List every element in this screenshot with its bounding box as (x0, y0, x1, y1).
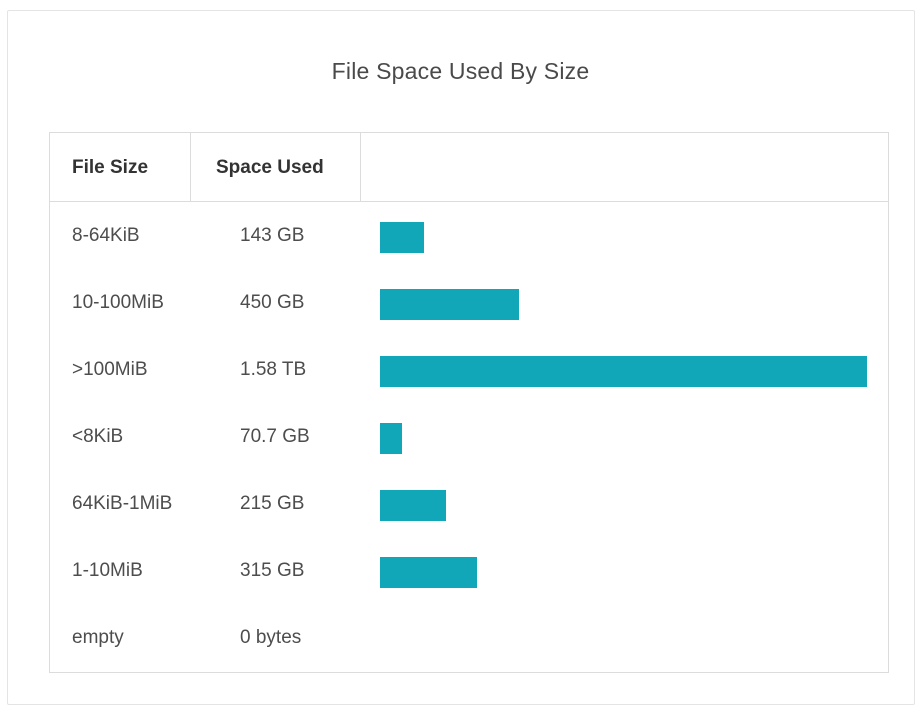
file-size-label: empty (72, 627, 124, 648)
table-row: 64KiB-1MiB 215 GB (50, 470, 888, 537)
space-used-bar (380, 423, 402, 454)
space-used-bar (380, 557, 477, 588)
space-used-value: 0 bytes (240, 627, 302, 648)
space-used-bar (380, 490, 446, 521)
file-size-label: 10-100MiB (72, 292, 164, 313)
space-used-bar (380, 356, 867, 387)
chart-title: File Space Used By Size (331, 58, 590, 84)
file-size-label: 64KiB-1MiB (72, 493, 173, 514)
file-size-label: 1-10MiB (72, 560, 143, 581)
header-file-size: File Size (72, 157, 149, 178)
table-row: 1-10MiB 315 GB (50, 537, 888, 604)
file-size-label: 8-64KiB (72, 225, 140, 246)
size-table: File Size Space Used 8-64KiB 143 GB 10-100… (49, 132, 889, 673)
space-used-value: 1.58 TB (240, 359, 307, 380)
column-divider (190, 133, 191, 201)
table-row: 8-64KiB 143 GB (50, 202, 888, 269)
table-row: 10-100MiB 450 GB (50, 269, 888, 336)
space-used-bar (380, 222, 424, 253)
table-row: empty 0 bytes (50, 604, 888, 671)
space-used-value: 143 GB (240, 225, 305, 246)
space-used-value: 315 GB (240, 560, 305, 581)
file-size-label: <8KiB (72, 426, 124, 447)
table-header: File Size Space Used (50, 133, 888, 202)
space-used-bar (380, 289, 519, 320)
table-row: >100MiB 1.58 TB (50, 336, 888, 403)
header-space-used: Space Used (216, 157, 324, 178)
file-size-label: >100MiB (72, 359, 148, 380)
table-row: <8KiB 70.7 GB (50, 403, 888, 470)
space-used-value: 70.7 GB (240, 426, 310, 447)
space-used-value: 450 GB (240, 292, 305, 313)
space-used-value: 215 GB (240, 493, 305, 514)
column-divider (360, 133, 361, 201)
